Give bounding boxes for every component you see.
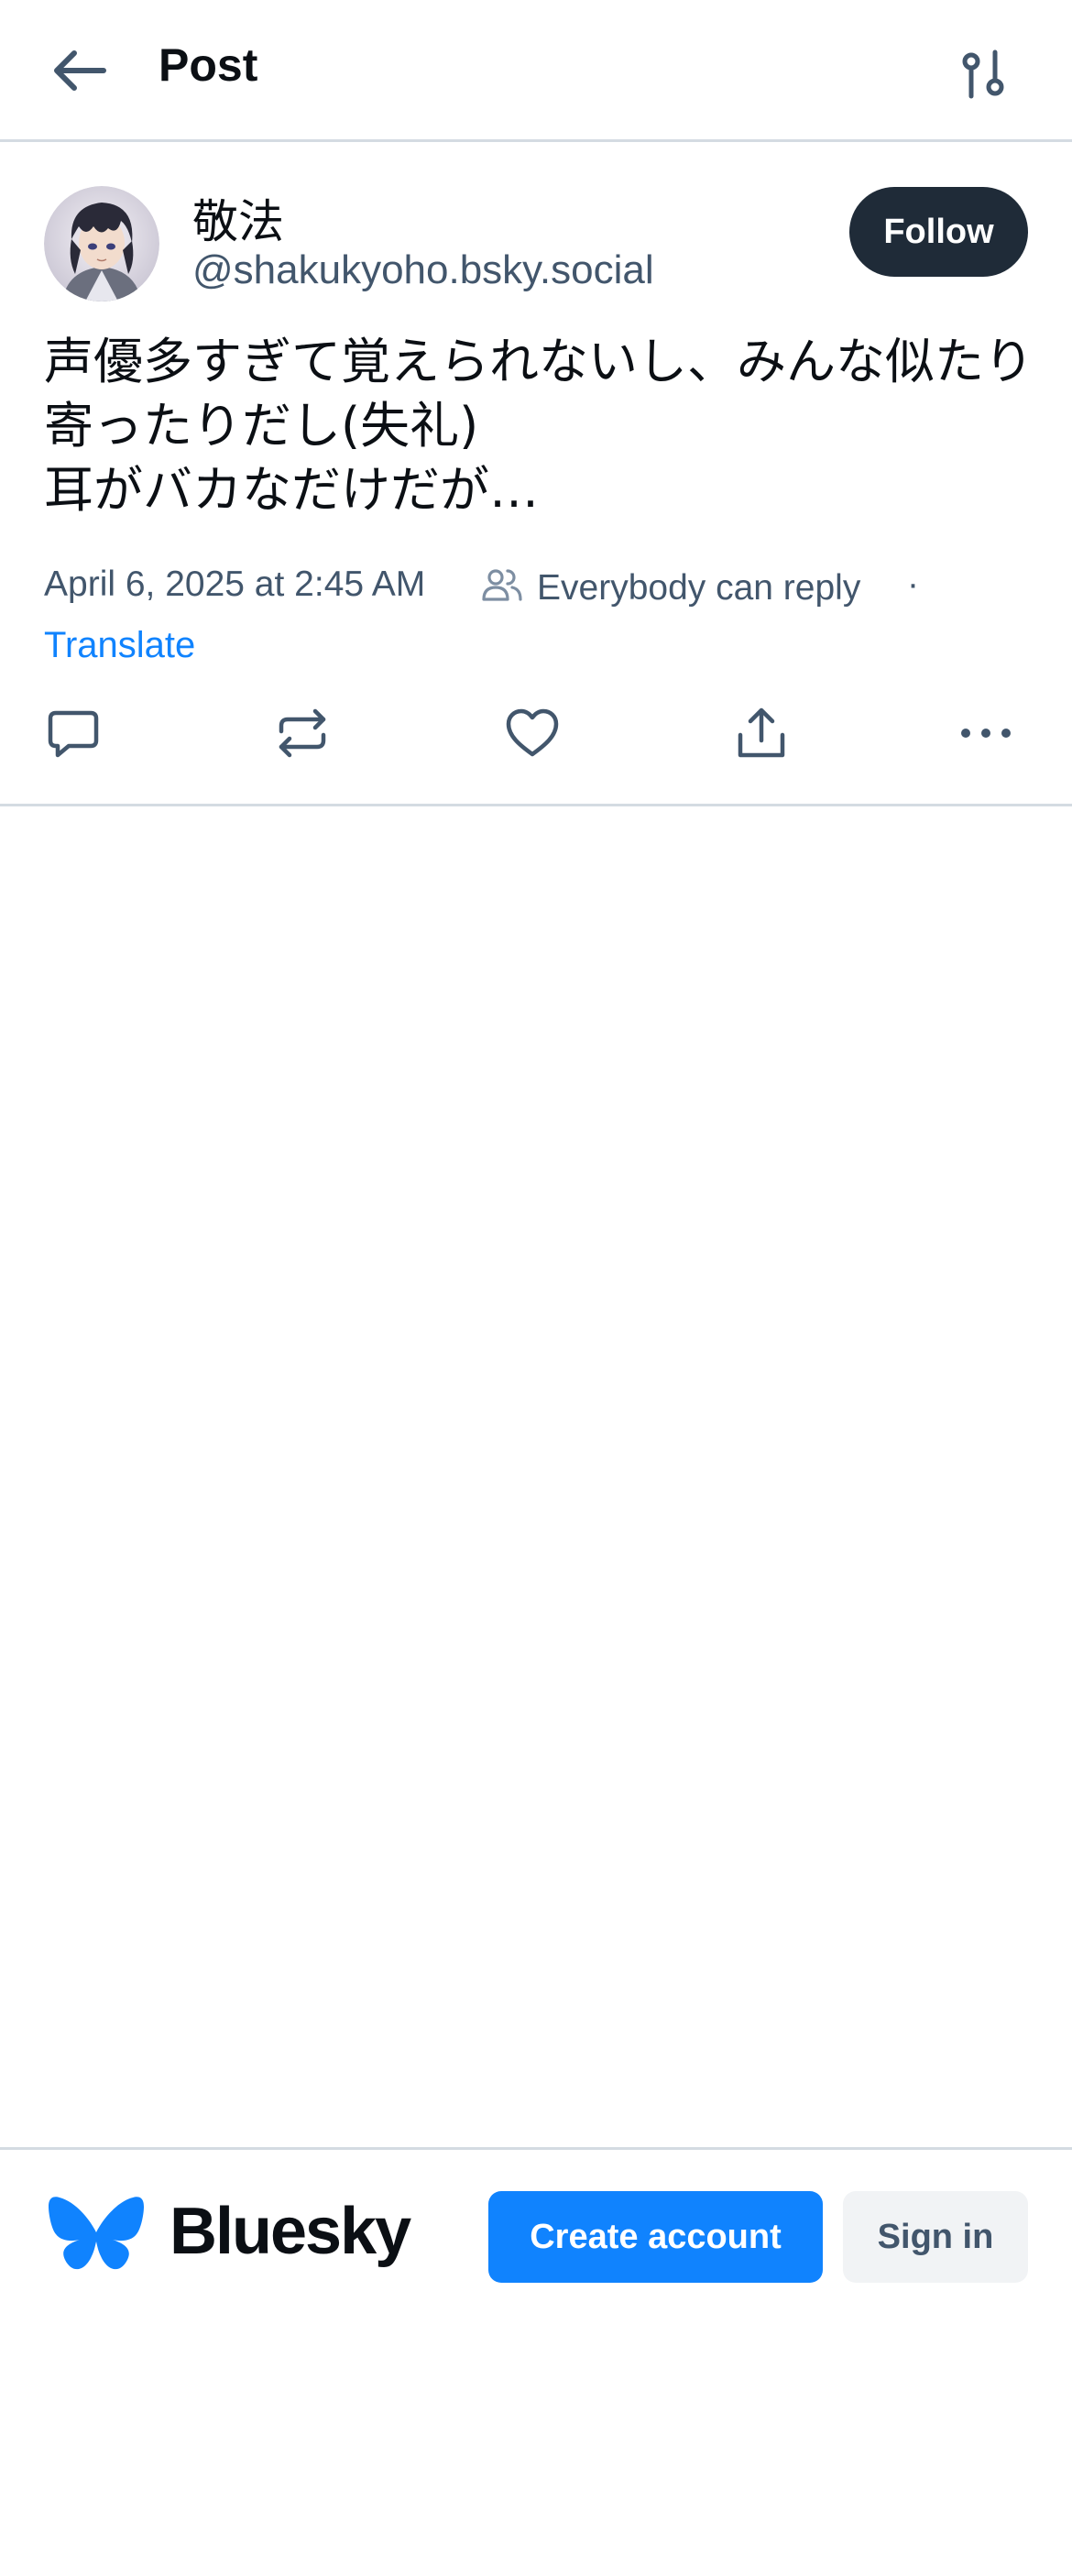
more-icon [961,729,1011,738]
post-body-text: 声優多すぎて覚えられないし、みんな似たり寄ったりだし(失礼) 耳がバカなだけだが… [44,333,1034,519]
reply-button[interactable] [41,701,105,765]
create-account-button[interactable]: Create account [488,2191,823,2283]
avatar-image [44,186,159,301]
avatar[interactable] [44,186,159,301]
post-thread-page: Post 敬法 @shakukyoho.bsky.social Follow 声… [0,0,1072,2576]
repost-icon [279,708,326,758]
more-options-button[interactable] [954,701,1018,765]
follow-button[interactable]: Follow [849,187,1028,277]
brand-name: Bluesky [170,2195,411,2268]
people-icon [482,569,522,601]
share-button[interactable] [729,701,793,765]
signup-footer: Bluesky Create account Sign in [0,2147,1072,2283]
butterfly-logo-icon [49,2197,144,2270]
author-display-name[interactable]: 敬法 [192,185,284,251]
repost-button[interactable] [270,701,334,765]
post-timestamp[interactable]: April 6, 2025 at 2:45 AM [44,565,425,605]
reply-setting[interactable]: Everybody can reply [537,568,860,608]
thread-settings-button[interactable] [953,44,1013,104]
like-button[interactable] [500,701,564,765]
top-bar: Post [0,0,1072,142]
author-handle[interactable]: @shakukyoho.bsky.social [192,247,654,293]
sign-in-button[interactable]: Sign in [843,2191,1028,2283]
translate-link[interactable]: Translate [44,625,195,666]
page-title: Post [159,39,258,91]
post-divider [0,804,1072,806]
share-icon [738,707,785,758]
arrow-left-icon [54,50,106,91]
reply-icon [48,710,99,758]
back-button[interactable] [46,41,112,100]
post-meta: April 6, 2025 at 2:45 AM Everybody can r… [44,561,1034,612]
like-icon [506,708,559,757]
sliders-icon [962,49,1004,99]
meta-separator: · [907,565,919,604]
